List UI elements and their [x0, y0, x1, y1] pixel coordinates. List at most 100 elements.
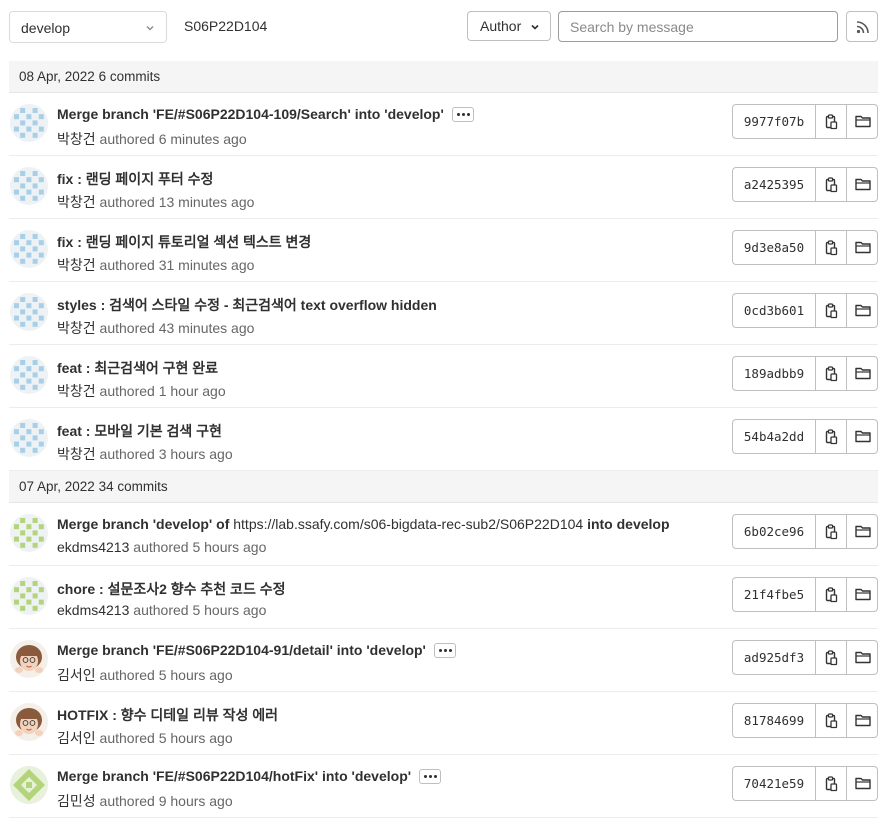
commit-title[interactable]: Merge branch 'FE/#S06P22D104-91/detail' … [57, 642, 426, 658]
commit-sha-button[interactable]: 189adbb9 [732, 356, 816, 391]
commit-title[interactable]: styles : 검색어 스타일 수정 - 최근검색어 text overflo… [57, 297, 437, 313]
commit-title[interactable]: feat : 최근검색어 구현 완료 [57, 360, 218, 376]
commit-sha-button[interactable]: 0cd3b601 [732, 293, 816, 328]
avatar[interactable] [10, 167, 48, 205]
commit-meta: 김민성 authored 9 hours ago [57, 791, 233, 811]
browse-files-button[interactable] [847, 640, 878, 675]
search-by-message-input[interactable] [558, 11, 838, 42]
avatar[interactable] [10, 514, 48, 552]
commit-author[interactable]: 김서인 [57, 730, 96, 746]
commit-author[interactable]: 박창건 [57, 194, 96, 210]
project-path: S06P22D104 [184, 18, 268, 34]
copy-sha-button[interactable] [816, 167, 847, 202]
commit-title[interactable]: Merge branch 'FE/#S06P22D104-109/Search'… [57, 106, 444, 122]
commit-title[interactable]: Merge branch 'FE/#S06P22D104/hotFix' int… [57, 768, 411, 784]
commit-author[interactable]: 박창건 [57, 131, 96, 147]
commit-author[interactable]: 박창건 [57, 446, 96, 462]
commit-sha-group: 0cd3b601 [732, 293, 878, 328]
browse-files-button[interactable] [847, 230, 878, 265]
commit-time: authored 3 hours ago [99, 446, 233, 462]
branch-select[interactable]: develop [9, 11, 167, 43]
commit-meta: 박창건 authored 6 minutes ago [57, 129, 247, 149]
avatar[interactable] [10, 104, 48, 142]
browse-files-button[interactable] [847, 167, 878, 202]
commit-title[interactable]: feat : 모바일 기본 검색 구현 [57, 423, 222, 439]
commit-title-link[interactable]: https://lab.ssafy.com/s06-bigdata-rec-su… [233, 516, 583, 532]
browse-files-button[interactable] [847, 514, 878, 549]
commit-author[interactable]: 김민성 [57, 793, 96, 809]
avatar[interactable] [10, 230, 48, 268]
avatar[interactable] [10, 293, 48, 331]
commit-sha-button[interactable]: 81784699 [732, 703, 816, 738]
avatar[interactable] [10, 640, 48, 678]
commit-title-line: feat : 모바일 기본 검색 구현 [57, 421, 222, 441]
copy-sha-button[interactable] [816, 703, 847, 738]
commit-title-line: Merge branch 'FE/#S06P22D104-109/Search'… [57, 106, 474, 123]
commit-sha-button[interactable]: a2425395 [732, 167, 816, 202]
commit-title-text: Merge branch 'develop' of [57, 516, 234, 532]
commit-sha-button[interactable]: 9d3e8a50 [732, 230, 816, 265]
commit-meta: 박창건 authored 3 hours ago [57, 444, 233, 464]
commit-time: authored 31 minutes ago [99, 257, 255, 273]
browse-files-button[interactable] [847, 104, 878, 139]
author-filter-button[interactable]: Author [467, 11, 551, 41]
commit-author[interactable]: ekdms4213 [57, 539, 129, 555]
commit-meta: 박창건 authored 31 minutes ago [57, 255, 254, 275]
commit-title-line: fix : 랜딩 페이지 푸터 수정 [57, 169, 213, 189]
copy-sha-button[interactable] [816, 640, 847, 675]
commit-sha-button[interactable]: 6b02ce96 [732, 514, 816, 549]
commits-toolbar: develop S06P22D104 Author [0, 0, 886, 52]
chevron-down-icon [529, 20, 541, 36]
browse-files-button[interactable] [847, 703, 878, 738]
commit-title-text: feat : 최근검색어 구현 완료 [57, 360, 219, 376]
copy-sha-button[interactable] [816, 104, 847, 139]
day-header: 08 Apr, 2022 6 commits [9, 61, 878, 93]
browse-files-button[interactable] [847, 766, 878, 801]
commit-title[interactable]: chore : 설문조사2 향수 추천 코드 수정 [57, 581, 285, 597]
copy-sha-button[interactable] [816, 419, 847, 454]
browse-files-button[interactable] [847, 577, 878, 612]
avatar[interactable] [10, 703, 48, 741]
copy-sha-button[interactable] [816, 514, 847, 549]
commit-sha-button[interactable]: 70421e59 [732, 766, 816, 801]
commit-title[interactable]: fix : 랜딩 페이지 푸터 수정 [57, 171, 213, 187]
rss-button[interactable] [846, 11, 878, 42]
commit-sha-button[interactable]: 54b4a2dd [732, 419, 816, 454]
copy-sha-button[interactable] [816, 577, 847, 612]
expand-description-button[interactable] [451, 106, 474, 122]
browse-files-button[interactable] [847, 356, 878, 391]
commit-meta: ekdms4213 authored 5 hours ago [57, 602, 266, 618]
copy-sha-button[interactable] [816, 356, 847, 391]
commit-author[interactable]: 박창건 [57, 257, 96, 273]
commit-sha-group: 9d3e8a50 [732, 230, 878, 265]
commit-sha-button[interactable]: ad925df3 [732, 640, 816, 675]
commit-sha-button[interactable]: 21f4fbe5 [732, 577, 816, 612]
copy-sha-button[interactable] [816, 766, 847, 801]
commit-author[interactable]: 박창건 [57, 320, 96, 336]
avatar[interactable] [10, 577, 48, 615]
commit-title-tail: into develop [583, 516, 670, 532]
copy-sha-button[interactable] [816, 230, 847, 265]
browse-files-button[interactable] [847, 293, 878, 328]
commit-title-line: chore : 설문조사2 향수 추천 코드 수정 [57, 579, 285, 599]
browse-files-button[interactable] [847, 419, 878, 454]
commit-row: Merge branch 'FE/#S06P22D104-109/Search'… [9, 93, 878, 156]
commit-sha-group: 6b02ce96 [732, 514, 878, 549]
copy-sha-button[interactable] [816, 293, 847, 328]
commit-sha-button[interactable]: 9977f07b [732, 104, 816, 139]
commit-title-text: Merge branch 'FE/#S06P22D104/hotFix' int… [57, 768, 412, 784]
commit-title-text: fix : 랜딩 페이지 푸터 수정 [57, 171, 214, 187]
avatar[interactable] [10, 766, 48, 804]
expand-description-button[interactable] [419, 768, 442, 784]
commit-author[interactable]: 김서인 [57, 667, 96, 683]
commit-title-text: Merge branch 'FE/#S06P22D104-109/Search'… [57, 106, 444, 122]
commit-title[interactable]: fix : 랜딩 페이지 튜토리얼 섹션 텍스트 변경 [57, 234, 311, 250]
avatar[interactable] [10, 419, 48, 457]
commit-title[interactable]: HOTFIX : 향수 디테일 리뷰 작성 에러 [57, 707, 278, 723]
avatar[interactable] [10, 356, 48, 394]
commit-author[interactable]: ekdms4213 [57, 602, 129, 618]
commit-title[interactable]: Merge branch 'develop' of https://lab.ss… [57, 516, 670, 532]
commit-row: feat : 최근검색어 구현 완료 박창건 authored 1 hour ag… [9, 345, 878, 408]
expand-description-button[interactable] [433, 642, 456, 658]
commit-author[interactable]: 박창건 [57, 383, 96, 399]
